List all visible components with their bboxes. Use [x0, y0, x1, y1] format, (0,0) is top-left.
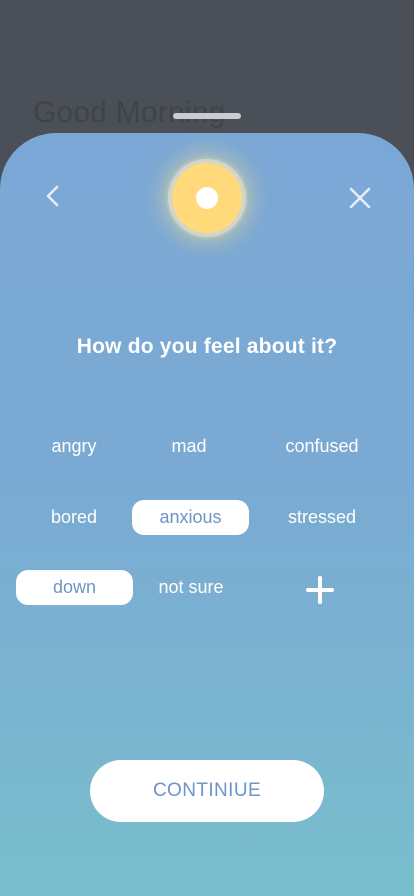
- sun-center-dot: [196, 187, 218, 209]
- feeling-chip-stressed[interactable]: stressed: [267, 500, 377, 535]
- feelings-sheet: How do you feel about it? angry mad conf…: [0, 133, 414, 896]
- screen: Good Morning How do you feel about it? a…: [0, 0, 414, 896]
- sheet-drag-handle[interactable]: [173, 113, 241, 119]
- feeling-chip-bored[interactable]: bored: [34, 500, 114, 535]
- close-icon: [349, 187, 371, 209]
- back-button[interactable]: [38, 181, 66, 211]
- feeling-chip-angry[interactable]: angry: [34, 429, 114, 464]
- chevron-left-icon: [46, 185, 59, 207]
- feeling-chip-not-sure[interactable]: not sure: [141, 570, 241, 605]
- continue-button[interactable]: CONTINIUE: [90, 760, 324, 822]
- mood-sun: [165, 156, 249, 240]
- sun-icon: [172, 163, 242, 233]
- feeling-chip-mad[interactable]: mad: [149, 429, 229, 464]
- close-button[interactable]: [345, 183, 375, 213]
- add-feeling-button[interactable]: [303, 573, 337, 607]
- feelings-question: How do you feel about it?: [76, 335, 338, 358]
- feeling-chip-anxious[interactable]: anxious: [132, 500, 249, 535]
- feeling-chip-confused[interactable]: confused: [265, 429, 379, 464]
- feeling-chip-down[interactable]: down: [16, 570, 133, 605]
- plus-icon: [306, 576, 334, 604]
